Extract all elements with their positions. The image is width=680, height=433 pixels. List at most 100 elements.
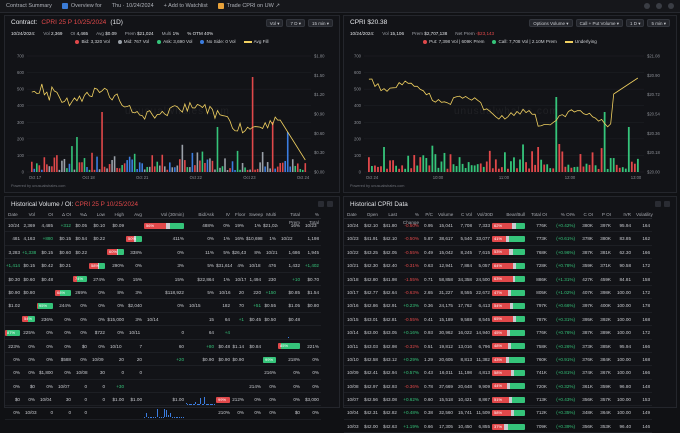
settings-icon[interactable]: [644, 3, 650, 9]
export-icon[interactable]: [318, 201, 324, 207]
oi-change-cell: (+0.91%): [549, 353, 577, 366]
metric-select[interactable]: Vol ▾: [266, 19, 284, 27]
call-put-select[interactable]: Call + Put Volume ▾: [576, 19, 623, 27]
table-cell: 33,077: [474, 232, 492, 245]
volume-bar: [161, 155, 163, 172]
column-header[interactable]: C OI: [577, 211, 595, 219]
column-header[interactable]: Vol: [22, 211, 37, 219]
table-cell: 90.58: [613, 259, 633, 272]
date-cell: 10/07: [344, 393, 361, 406]
legend-avgfill[interactable]: Avg Fill: [244, 39, 269, 44]
column-header[interactable]: Total Prem: [278, 211, 302, 219]
x-tick: Oct 17: [29, 175, 42, 180]
bar-segment: [511, 343, 525, 349]
table-cell: $0: [22, 380, 37, 393]
volume-sparkline: [107, 234, 124, 243]
table-cell: 380K: [577, 219, 595, 232]
column-header[interactable]: Last: [380, 211, 399, 219]
date-cell: 10/23: [344, 232, 361, 245]
legend-put[interactable]: Put: 7,398 Vol | 609K Prem: [423, 39, 484, 44]
chart-footnote: Powered by unusualwhales.com: [11, 184, 65, 188]
export-icon[interactable]: [655, 201, 661, 207]
volume-bar: [194, 165, 196, 172]
legend-underlying[interactable]: Underlying: [565, 39, 597, 44]
bid-ask-bar: 54%: [22, 316, 35, 322]
legend-ask[interactable]: Ask: 3,690 Vol: [157, 39, 192, 44]
close-icon[interactable]: [668, 3, 674, 9]
column-header[interactable]: Sweep: [246, 211, 263, 219]
date-picker[interactable]: Thu · 10/24/2024: [112, 3, 154, 9]
volume-bar: [287, 132, 289, 172]
legend-call[interactable]: Call: 7,708 Vol | 2.10M Prem: [492, 39, 556, 44]
interval-select[interactable]: 15 min ▾: [308, 19, 333, 27]
table-cell: 0%: [302, 366, 321, 379]
oi-change-cell: (+0.39%): [549, 420, 577, 433]
bell-icon[interactable]: [656, 3, 662, 9]
column-header[interactable]: Total OI: [527, 211, 549, 219]
volume-bar: [516, 168, 518, 172]
column-header[interactable]: Bear/Bull: [492, 211, 527, 219]
table-cell: $42.91: [380, 299, 399, 312]
column-header[interactable]: Vol/30D: [474, 211, 492, 219]
column-header[interactable]: Δ OI: [55, 211, 73, 219]
y-tick-left: 100: [354, 153, 362, 158]
volume-bar: [592, 152, 594, 172]
column-header[interactable]: % Total: [302, 211, 321, 219]
pct-change-cell: -0.50%: [399, 219, 421, 232]
table-cell: 0.66: [421, 420, 435, 433]
legend-bid[interactable]: Bid: 3,320 Vol: [75, 39, 109, 44]
date-cell: 10/24: [344, 219, 361, 232]
legend-mid[interactable]: Mid: 767 Vol: [118, 39, 149, 44]
bear-bull-bar: 41%: [492, 236, 525, 242]
column-header[interactable]: Multi: [263, 211, 278, 219]
volume-sparkline: [278, 328, 300, 337]
legend-noside[interactable]: No Side: 0 Vol: [200, 39, 235, 44]
vol-30min-cell: [5, 313, 22, 326]
oi-change-cell: (+0.32%): [549, 380, 577, 393]
date-cell: 10/21: [344, 259, 361, 272]
column-header[interactable]: High: [107, 211, 126, 219]
settings-icon[interactable]: [327, 201, 333, 207]
bear-bull-cell: 51%: [492, 393, 527, 406]
column-header[interactable]: OI: [37, 211, 55, 219]
column-header[interactable]: P/C: [421, 211, 435, 219]
column-header[interactable]: Volume: [435, 211, 455, 219]
column-header[interactable]: IVR: [613, 211, 633, 219]
column-header[interactable]: % Change: [399, 211, 421, 219]
vol-30min-cell: [73, 259, 89, 272]
column-header[interactable]: Bid/Ask: [186, 211, 216, 219]
table-cell: $42.81: [380, 313, 399, 326]
trade-button[interactable]: Trade CPRI on UW ↗: [218, 3, 280, 9]
range-select[interactable]: 1 D ▾: [626, 19, 645, 27]
overview-tab[interactable]: Overview for: [62, 3, 102, 9]
column-header[interactable]: Vol (30min): [144, 211, 186, 219]
add-watchlist-button[interactable]: + Add to Watchlist: [164, 3, 208, 9]
column-header[interactable]: %Δ: [73, 211, 89, 219]
spark-bar: [179, 417, 180, 418]
column-header[interactable]: % OI%: [549, 211, 577, 219]
column-header[interactable]: P OI: [595, 211, 613, 219]
table-cell: 0%: [5, 406, 22, 419]
column-header[interactable]: Date: [5, 211, 22, 219]
column-header[interactable]: Open: [361, 211, 380, 219]
table-cell: 172: [633, 286, 652, 299]
column-header[interactable]: Date: [344, 211, 361, 219]
table-cell: $31,614: [216, 259, 232, 272]
column-header[interactable]: Low: [89, 211, 107, 219]
column-header[interactable]: C Vol: [455, 211, 474, 219]
column-header[interactable]: Avg: [126, 211, 144, 219]
column-header[interactable]: IV: [216, 211, 232, 219]
table-cell: 392K: [595, 313, 613, 326]
settings-icon[interactable]: [664, 201, 670, 207]
date-cell: 10/10: [107, 340, 126, 353]
volume-bar: [252, 77, 254, 172]
range-select[interactable]: 7 D ▾: [286, 19, 305, 27]
interval-select[interactable]: 5 min ▾: [647, 19, 670, 27]
column-header[interactable]: Floor: [232, 211, 246, 219]
pct-change-cell: +0.23%: [399, 299, 421, 312]
column-header[interactable]: Volatility: [633, 211, 652, 219]
bar-label: 68%: [57, 290, 65, 296]
table-cell: 64: [186, 326, 216, 339]
volume-bar: [297, 163, 299, 172]
options-volume-select[interactable]: Options Volume ▾: [529, 19, 572, 27]
